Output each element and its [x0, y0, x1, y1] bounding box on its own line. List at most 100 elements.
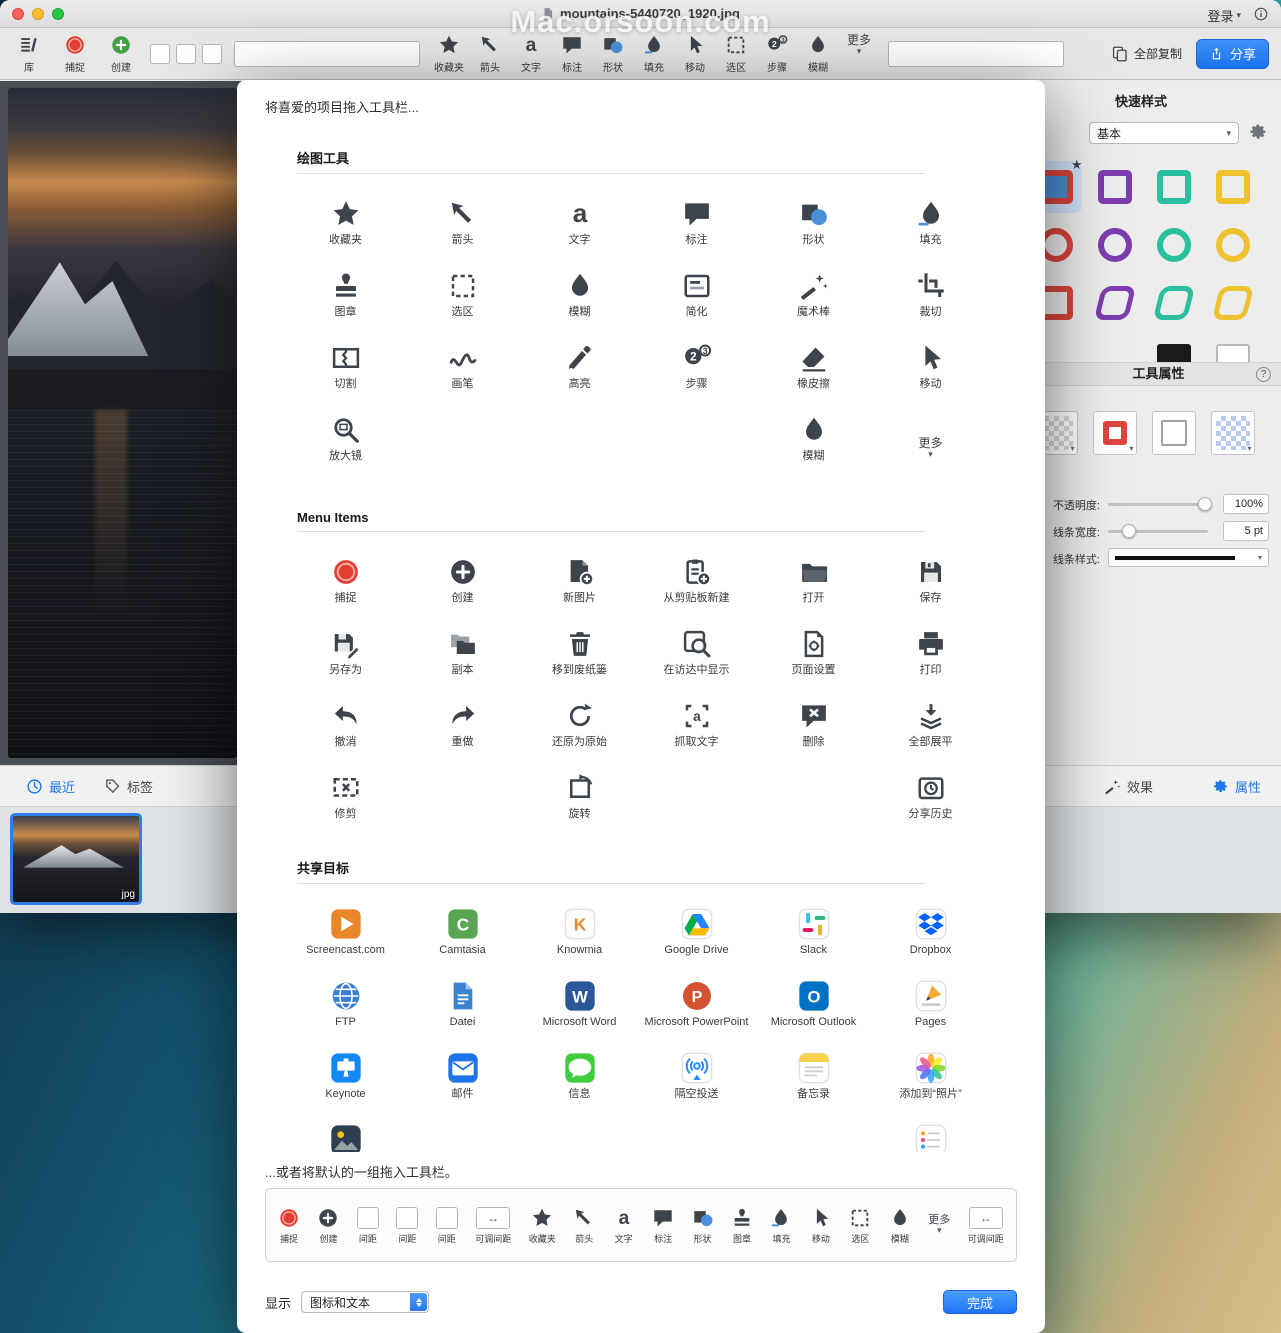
palette-item[interactable]: 移到废纸篓 [521, 626, 638, 698]
palette-item[interactable]: 画笔 [404, 340, 521, 412]
palette-item[interactable]: 橡皮擦 [755, 340, 872, 412]
tab-recent[interactable]: 最近 [26, 766, 75, 806]
palette-item[interactable]: 简化 [638, 268, 755, 340]
default-set-item[interactable]: 选区 [849, 1205, 871, 1245]
palette-item[interactable]: a 抓取文字 [638, 698, 755, 770]
palette-item[interactable]: 更多▾ 更多 [872, 412, 989, 484]
palette-item[interactable]: Screencast.com [287, 906, 404, 978]
default-set-item[interactable]: ↔ 可调间距 [968, 1205, 1004, 1245]
quick-style-swatch[interactable] [1089, 277, 1141, 329]
palette-item[interactable]: 旋转 [521, 770, 638, 842]
palette-item[interactable]: 页面设置 [755, 626, 872, 698]
palette-item[interactable]: 裁切 [872, 268, 989, 340]
properties-button[interactable]: 属性 [1212, 766, 1261, 806]
default-set-item[interactable]: 捕捉 [278, 1205, 300, 1245]
library-button[interactable]: 库 [12, 33, 46, 74]
palette-item[interactable]: C Camtasia [404, 906, 521, 978]
quick-style-swatch[interactable] [1207, 277, 1259, 329]
palette-item[interactable]: 添加到“照片” [872, 1050, 989, 1122]
palette-item[interactable]: K Knowmia [521, 906, 638, 978]
palette-item[interactable]: 另存为 [287, 626, 404, 698]
default-set-item[interactable]: 图章 [731, 1205, 753, 1245]
palette-item[interactable]: 选区 [404, 268, 521, 340]
toolbar-tool-button[interactable]: 收藏夹 [432, 33, 466, 74]
palette-item[interactable]: 23 步骤 [638, 340, 755, 412]
line-style-select[interactable]: ▾ [1108, 548, 1269, 567]
palette-item[interactable]: 副本 [404, 626, 521, 698]
outline-swatch[interactable]: ▾ [1093, 411, 1137, 455]
palette-item[interactable]: 图章 [287, 268, 404, 340]
default-set-item[interactable]: 箭头 [573, 1205, 595, 1245]
palette-item[interactable]: 打开 [755, 554, 872, 626]
toolbar-tool-button[interactable]: 更多▾ 更多 [842, 33, 876, 57]
quick-style-swatch[interactable] [1148, 277, 1200, 329]
photo-canvas[interactable] [8, 88, 237, 758]
effects-button[interactable]: 效果 [1104, 766, 1153, 806]
palette-item[interactable]: 还原为原始 [521, 698, 638, 770]
sheet-scroll-area[interactable]: 绘图工具 收藏夹 箭头 a 文字 标注 形状 [237, 122, 1045, 1152]
palette-item[interactable]: 删除 [755, 698, 872, 770]
palette-item[interactable]: 移动 [872, 340, 989, 412]
palette-item[interactable]: 撤消 [287, 698, 404, 770]
palette-item[interactable]: 模糊 [755, 412, 872, 484]
slider-knob[interactable] [1122, 524, 1136, 538]
palette-item[interactable]: 从剪贴板新建 [638, 554, 755, 626]
palette-item[interactable]: 箭头 [404, 196, 521, 268]
palette-item[interactable]: 标注 [638, 196, 755, 268]
palette-item[interactable]: Datei [404, 978, 521, 1050]
spacer-well[interactable] [202, 44, 222, 64]
spacer-well[interactable] [150, 44, 170, 64]
style-settings-gear-icon[interactable] [1248, 122, 1268, 142]
default-set-item[interactable]: 标注 [652, 1205, 674, 1245]
palette-item[interactable]: 新图片 [521, 554, 638, 626]
palette-item[interactable]: Keynote [287, 1050, 404, 1122]
palette-item[interactable]: Dropbox [872, 906, 989, 978]
default-set-item[interactable]: 形状 [692, 1205, 714, 1245]
toolbar-tool-button[interactable]: 箭头 [473, 33, 507, 74]
line-width-value[interactable]: 5 pt [1223, 521, 1269, 541]
quick-style-swatch[interactable] [1207, 161, 1259, 213]
palette-item[interactable]: 保存 [872, 554, 989, 626]
default-set-item[interactable]: 更多▾ 更多 [928, 1212, 950, 1238]
opacity-slider[interactable] [1108, 503, 1208, 506]
palette-item[interactable]: 重做 [404, 698, 521, 770]
palette-item[interactable]: FTP [287, 978, 404, 1050]
palette-item[interactable]: 创建 [404, 554, 521, 626]
default-set-item[interactable]: 创建 [317, 1205, 339, 1245]
default-set-item[interactable]: 收藏夹 [529, 1205, 556, 1245]
palette-item[interactable]: 魔术棒 [755, 268, 872, 340]
palette-item[interactable]: 切割 [287, 340, 404, 412]
palette-item[interactable]: 分享历史 [872, 770, 989, 842]
palette-item[interactable]: 隔空投送 [638, 1050, 755, 1122]
default-set-item[interactable]: 模糊 [889, 1205, 911, 1245]
palette-item[interactable]: 收藏夹 [287, 196, 404, 268]
palette-item[interactable]: 信息 [521, 1050, 638, 1122]
palette-item[interactable]: P Microsoft PowerPoint [638, 978, 755, 1050]
palette-item[interactable]: O Microsoft Outlook [755, 978, 872, 1050]
default-set-item[interactable]: 间距 [357, 1205, 379, 1245]
quick-style-swatch[interactable] [1148, 219, 1200, 271]
palette-item[interactable] [872, 1122, 989, 1152]
palette-item[interactable]: 形状 [755, 196, 872, 268]
palette-item[interactable]: 模糊 [521, 268, 638, 340]
share-button[interactable]: 分享 [1196, 39, 1269, 69]
palette-item[interactable]: Pages [872, 978, 989, 1050]
flexible-spacer-well[interactable] [234, 41, 420, 67]
login-menu[interactable]: 登录▾ [1207, 6, 1241, 25]
palette-item[interactable]: 在访达中显示 [638, 626, 755, 698]
palette-item[interactable]: 捕捉 [287, 554, 404, 626]
quick-style-swatch[interactable] [1148, 161, 1200, 213]
default-set-item[interactable]: 间距 [396, 1205, 418, 1245]
palette-item[interactable]: a 文字 [521, 196, 638, 268]
default-set-item[interactable]: 填充 [770, 1205, 792, 1245]
palette-item[interactable]: 放大镜 [287, 412, 404, 484]
slider-knob[interactable] [1198, 497, 1212, 511]
create-button[interactable]: 创建 [104, 33, 138, 74]
opacity-value[interactable]: 100% [1223, 494, 1269, 514]
toolbar-tool-button[interactable]: 模糊 [801, 33, 835, 74]
help-icon[interactable]: ? [1256, 367, 1271, 382]
palette-item[interactable]: 打印 [872, 626, 989, 698]
palette-item[interactable]: 邮件 [404, 1050, 521, 1122]
line-width-slider[interactable] [1108, 530, 1208, 533]
quick-style-swatch[interactable] [1207, 219, 1259, 271]
